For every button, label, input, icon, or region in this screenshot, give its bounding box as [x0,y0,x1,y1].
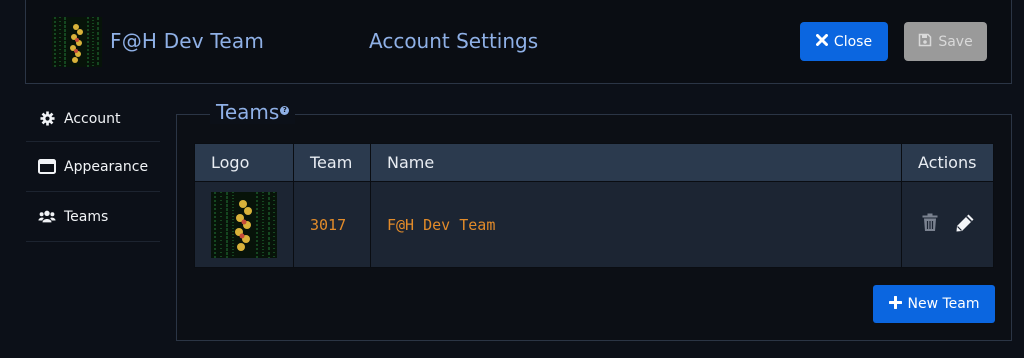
sidebar-item-teams[interactable]: Teams [26,192,160,242]
column-header-name: Name [370,143,902,182]
sidebar-item-appearance[interactable]: Appearance [26,142,160,192]
close-button[interactable]: Close [800,22,888,61]
settings-page: F@H Dev Team Account Settings Close Save [0,0,1024,358]
column-header-team: Team [293,143,371,182]
close-button-label: Close [833,33,873,50]
save-button-label: Save [938,33,973,50]
pencil-icon[interactable] [955,213,975,237]
teams-panel-title: Teams [216,100,280,124]
team-name-cell: F@H Dev Team [370,181,902,268]
logo-cell [194,181,294,268]
window-icon [38,159,56,174]
column-header-actions: Actions [901,143,994,182]
users-icon [38,209,56,224]
header-bar: F@H Dev Team Account Settings Close Save [25,0,1012,84]
gear-icon [38,111,56,126]
teams-table: Logo Team Name Actions 3017 F@H Dev Team [194,143,994,268]
new-team-button-label: New Team [907,296,980,312]
sidebar-item-account[interactable]: Account [26,96,160,142]
page-title: Account Settings [369,29,539,53]
team-logo [52,17,102,67]
sidebar-item-label: Teams [64,208,109,225]
save-button[interactable]: Save [904,22,987,61]
actions-cell [901,181,994,268]
help-icon[interactable]: ? [280,106,290,115]
column-header-logo: Logo [194,143,294,182]
header-team-name: F@H Dev Team [110,29,265,53]
sidebar-item-label: Account [64,110,121,127]
plus-icon [888,295,902,313]
sidebar-item-label: Appearance [64,158,149,175]
team-number-cell: 3017 [293,181,371,268]
table-row: 3017 F@H Dev Team [194,181,994,268]
save-icon [918,33,932,51]
close-icon [815,33,828,50]
new-team-button[interactable]: New Team [873,285,995,323]
team-row-logo [211,191,277,258]
teams-panel-legend: Teams? [210,100,296,124]
sidebar: Account Appearance Teams [26,96,160,242]
trash-icon[interactable] [922,213,938,236]
